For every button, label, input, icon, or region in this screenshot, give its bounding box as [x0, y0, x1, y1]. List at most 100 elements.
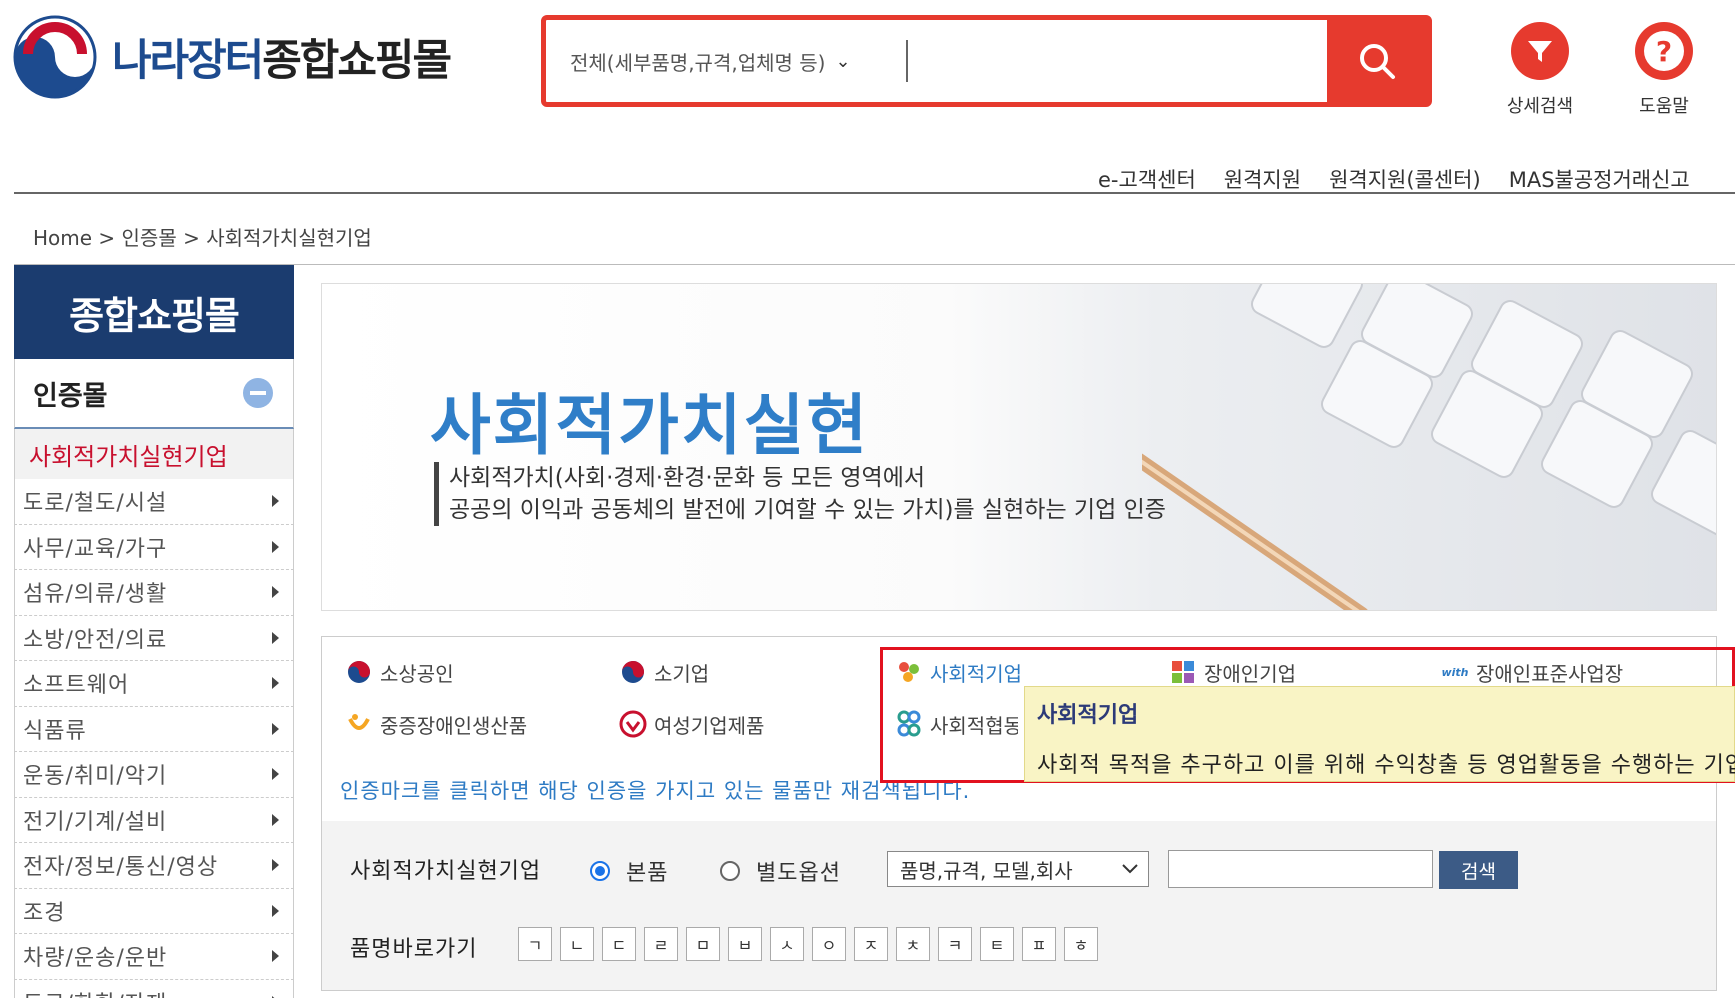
radio-selected-icon [590, 861, 610, 881]
cert-severe-disabled-products[interactable]: 중증장애인생산품 [344, 709, 527, 739]
keyword-input[interactable] [1168, 850, 1433, 888]
cert-micro-enterprise[interactable]: 소기업 [618, 657, 709, 687]
banner-subtitle-line2: 공공의 이익과 공동체의 발전에 기여할 수 있는 가치)를 실현하는 기업 인… [449, 497, 1166, 523]
consonant-button[interactable]: ㅎ [1064, 927, 1098, 961]
search-input[interactable] [906, 40, 1327, 82]
cert-small-business[interactable]: 소상공인 [344, 657, 454, 687]
radio-separate-option[interactable]: 별도옵션 [720, 855, 841, 887]
sidebar-item[interactable]: 전기/기계/설비 [14, 797, 294, 843]
sidebar-item-label: 전자/정보/통신/영상 [23, 855, 219, 881]
site-logo[interactable]: 나라장터종합쇼핑몰 [12, 14, 452, 100]
banner-subtitle: 사회적가치(사회·경제·환경·문화 등 모든 영역에서 공공의 이익과 공동체의… [434, 462, 1166, 526]
search-field-select[interactable]: 품명,규격, 모델,회사 [887, 851, 1149, 887]
consonant-button[interactable]: ㄱ [518, 927, 552, 961]
search-button[interactable] [1327, 20, 1427, 102]
taegeuk-logo-icon [13, 15, 97, 99]
radio-label: 본품 [626, 861, 669, 886]
arrow-right-icon [272, 813, 279, 826]
collapse-icon[interactable] [243, 378, 273, 408]
tooltip-text: 사회적 목적을 추구하고 이를 위해 수익창출 등 영업활동을 수행하는 기업 [1037, 753, 1735, 778]
advanced-search-button[interactable]: 상세검색 [1500, 22, 1580, 118]
consonant-button[interactable]: ㅊ [896, 927, 930, 961]
banner-subtitle-line1: 사회적가치(사회·경제·환경·문화 등 모든 영역에서 [449, 465, 926, 491]
sidebar-item[interactable]: 소프트웨어 [14, 661, 294, 707]
sidebar-item-label: 도료/화학/자재 [23, 986, 167, 998]
top-nav: e-고객센터 원격지원 원격지원(콜센터) MAS불공정거래신고 [1098, 164, 1718, 194]
arrow-right-icon [272, 586, 279, 599]
sidebar: 종합쇼핑몰 인증몰 사회적가치실현기업 도로/철도/시설 사무/교육/가구 섬유… [14, 265, 294, 998]
topnav-mas-report[interactable]: MAS불공정거래신고 [1509, 168, 1690, 192]
banner-title: 사회적가치실현 [430, 387, 870, 464]
sidebar-item[interactable]: 사무/교육/가구 [14, 524, 294, 570]
consonant-button[interactable]: ㄷ [602, 927, 636, 961]
advanced-search-label: 상세검색 [1506, 96, 1574, 117]
sidebar-item-label: 사무/교육/가구 [23, 536, 168, 562]
sidebar-item-label: 운동/취미/악기 [23, 764, 168, 790]
help-icon: ? [1635, 22, 1693, 80]
consonant-button[interactable]: ㅍ [1022, 927, 1056, 961]
arrow-right-icon [272, 768, 279, 781]
sidebar-item[interactable]: 차량/운송/운반 [14, 934, 294, 980]
consonant-button[interactable]: ㄹ [644, 927, 678, 961]
chevron-down-icon: ⌄ [835, 50, 851, 72]
sidebar-item[interactable]: 조경 [14, 888, 294, 934]
sidebar-item-label: 섬유/의류/생활 [23, 582, 168, 608]
sidebar-item-active[interactable]: 사회적가치실현기업 [14, 429, 294, 479]
help-button[interactable]: ? 도움말 [1624, 22, 1704, 118]
consonant-button[interactable]: ㅇ [812, 927, 846, 961]
topnav-customer-center[interactable]: e-고객센터 [1098, 168, 1196, 192]
sidebar-item[interactable]: 운동/취미/악기 [14, 752, 294, 798]
header-divider [14, 192, 1735, 194]
consonant-button[interactable]: ㅈ [854, 927, 888, 961]
radio-label: 별도옵션 [756, 861, 841, 886]
search-icon [1360, 44, 1395, 79]
sidebar-item-label: 도로/철도/시설 [23, 491, 168, 517]
arrow-right-icon [272, 495, 279, 508]
topnav-remote-support[interactable]: 원격지원 [1224, 168, 1301, 192]
sidebar-item[interactable]: 전자/정보/통신/영상 [14, 843, 294, 889]
cert-label: 소상공인 [380, 661, 454, 686]
consonant-button[interactable]: ㅌ [980, 927, 1014, 961]
search-field-selected: 품명,규격, 모델,회사 [900, 858, 1073, 883]
sidebar-title: 종합쇼핑몰 [14, 265, 294, 359]
hero-banner: 사회적가치실현 사회적가치(사회·경제·환경·문화 등 모든 영역에서 공공의 … [321, 283, 1717, 611]
consonant-button[interactable]: ㄴ [560, 927, 594, 961]
filter-icon [1511, 22, 1569, 80]
sidebar-item[interactable]: 도료/화학/자재 [14, 979, 294, 998]
chevron-down-icon [1122, 864, 1138, 874]
consonant-button[interactable]: ㅁ [686, 927, 720, 961]
breadcrumb: Home > 인증몰 > 사회적가치실현기업 [33, 226, 372, 250]
sidebar-category[interactable]: 인증몰 [14, 359, 294, 429]
sidebar-item-label: 전기/기계/설비 [23, 809, 168, 835]
arrow-right-icon [272, 904, 279, 917]
shortcut-label: 품명바로가기 [350, 937, 478, 962]
cert-note: 인증마크를 클릭하면 해당 인증을 가지고 있는 물품만 재검색됩니다. [340, 779, 971, 803]
arrow-right-icon [272, 859, 279, 872]
arrow-right-icon [272, 540, 279, 553]
gov-emblem-icon [618, 657, 648, 687]
topnav-remote-support-callcenter[interactable]: 원격지원(콜센터) [1329, 168, 1481, 192]
arrow-right-icon [272, 677, 279, 690]
sidebar-item-label: 소방/안전/의료 [23, 627, 168, 653]
radio-main-product[interactable]: 본품 [590, 855, 668, 887]
sidebar-item[interactable]: 섬유/의류/생활 [14, 570, 294, 616]
sidebar-item-label: 식품류 [23, 718, 87, 744]
sidebar-item-label: 소프트웨어 [23, 673, 130, 699]
search-submit-button[interactable]: 검색 [1439, 851, 1518, 889]
tooltip-title: 사회적기업 [1037, 703, 1139, 728]
sidebar-item-label: 조경 [23, 900, 66, 926]
consonant-button[interactable]: ㅋ [938, 927, 972, 961]
sidebar-item[interactable]: 소방/안전/의료 [14, 615, 294, 661]
search-scope-select[interactable]: 전체(세부품명,규격,업체명 등) ⌄ [546, 20, 906, 102]
arrow-right-icon [272, 722, 279, 735]
consonant-shortcuts: ㄱ ㄴ ㄷ ㄹ ㅁ ㅂ ㅅ ㅇ ㅈ ㅊ ㅋ ㅌ ㅍ ㅎ [518, 927, 1106, 961]
consonant-button[interactable]: ㅅ [770, 927, 804, 961]
search-scope-label: 전체(세부품명,규격,업체명 등) [570, 50, 826, 75]
product-search-panel: 사회적가치실현기업 본품 별도옵션 품명,규격, 모델,회사 검색 품명바로가기… [321, 821, 1717, 991]
sidebar-category-label: 인증몰 [33, 380, 108, 412]
cert-women-enterprise[interactable]: 여성기업제품 [618, 709, 764, 739]
consonant-button[interactable]: ㅂ [728, 927, 762, 961]
sidebar-item[interactable]: 식품류 [14, 706, 294, 752]
cert-label: 소기업 [654, 661, 710, 686]
sidebar-item[interactable]: 도로/철도/시설 [14, 479, 294, 525]
